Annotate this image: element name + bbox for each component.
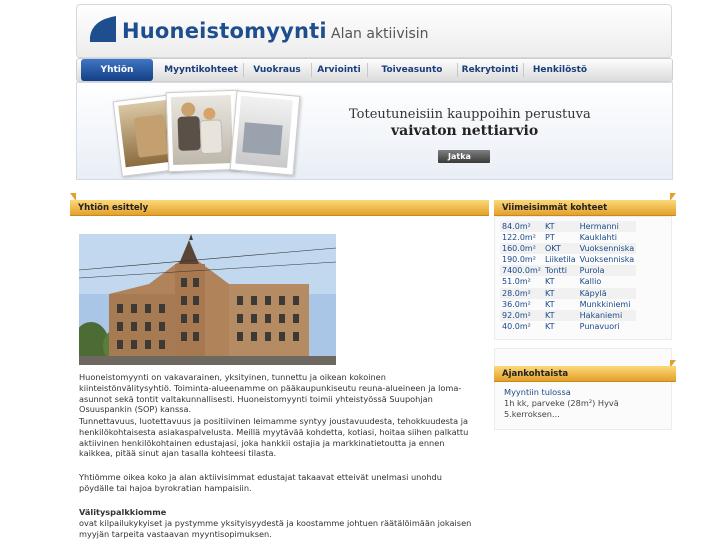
site-tagline: Alan aktiivisin (331, 26, 429, 42)
listing-size[interactable]: 51.0m² (500, 276, 543, 287)
building-illustration (79, 234, 336, 365)
news-item-text: 1h kk, parveke (28m²) Hyvä 5.kerroksen..… (504, 398, 619, 419)
listing-size[interactable]: 7400.0m² (500, 265, 543, 277)
fees-paragraph: ovat kilpailukykyiset ja pystymme yksity… (79, 518, 472, 539)
listings-table: 84.0m² KT Hermanni 122.0m² PT Kauklahti 160.0m… (500, 221, 637, 332)
listing-row[interactable]: 7400.0m² Tontti Purola (500, 265, 637, 277)
listing-area[interactable]: Kallio (578, 276, 637, 287)
listing-size[interactable]: 28.0m² (500, 287, 543, 299)
listing-area[interactable]: Käpylä (577, 287, 637, 299)
nav-item-yhtion-esittely[interactable]: Yhtiön esittely (81, 59, 153, 97)
listing-size[interactable]: 190.0m² (500, 254, 543, 265)
listing-type[interactable]: OKT (543, 243, 578, 255)
listing-row[interactable]: 36.0m² KT Munkkiniemi (500, 299, 636, 310)
banner-subheadline: vaivaton nettiarvio (391, 123, 539, 139)
nav-divider (311, 63, 312, 77)
listing-row[interactable]: 190.0m² Liiketila Vuoksenniska (500, 254, 636, 265)
listing-row[interactable]: 84.0m² KT Hermanni (500, 221, 637, 233)
listing-row[interactable]: 51.0m² KT Kallio (500, 276, 636, 287)
listing-size[interactable]: 92.0m² (500, 309, 543, 321)
banner-photo (229, 90, 301, 176)
listing-size[interactable]: 36.0m² (500, 299, 543, 310)
fees-title: Välityspalkkiomme (79, 507, 167, 517)
main-section-heading: Yhtiön esittely (70, 200, 489, 216)
nav-item-myyntikohteet[interactable]: Myyntikohteet (161, 59, 241, 81)
nav-item-henkilosto[interactable]: Henkilöstö (525, 59, 595, 81)
listing-area[interactable]: Purola (577, 265, 637, 277)
banner-photo-stack (112, 89, 301, 177)
listing-area[interactable]: Punavuori (578, 321, 637, 332)
size-paragraph: Yhtiömme oikea koko ja alan aktiivisimma… (79, 472, 442, 493)
nav-divider (243, 63, 244, 77)
listing-type[interactable]: PT (543, 232, 578, 243)
listing-area[interactable]: Hermanni (577, 221, 637, 233)
hero-banner: Toteutuneisiin kauppoihin perustuva vaiv… (76, 82, 673, 180)
listing-row[interactable]: 92.0m² KT Hakaniemi (500, 309, 637, 321)
intro-paragraph: Huoneistomyynti on vakavarainen, yksityi… (79, 372, 462, 415)
site-header: Huoneistomyynti Alan aktiivisin (76, 4, 672, 58)
banner-continue-button[interactable]: Jatka (438, 150, 490, 163)
listing-size[interactable]: 40.0m² (500, 321, 543, 332)
nav-item-rekrytointi[interactable]: Rekrytointi (459, 59, 521, 81)
news-item-link[interactable]: Myyntiin tulossa (504, 387, 571, 397)
listing-size[interactable]: 122.0m² (500, 232, 543, 243)
listing-type[interactable]: KT (543, 321, 578, 332)
nav-item-toiveasunto[interactable]: Toiveasunto (369, 59, 455, 81)
listing-area[interactable]: Vuoksenniska (578, 254, 637, 265)
listing-area[interactable]: Vuoksenniska (577, 243, 637, 255)
site-logo[interactable]: Huoneistomyynti (122, 19, 327, 43)
listing-area[interactable]: Hakaniemi (577, 309, 637, 321)
listing-size[interactable]: 160.0m² (500, 243, 543, 255)
news-heading: Ajankohtaista (494, 366, 676, 382)
listing-row[interactable]: 40.0m² KT Punavuori (500, 321, 636, 332)
listing-type[interactable]: KT (543, 299, 578, 310)
listing-area[interactable]: Kauklahti (578, 232, 637, 243)
listing-row[interactable]: 122.0m² PT Kauklahti (500, 232, 636, 243)
company-building-photo (79, 234, 336, 365)
listing-type[interactable]: KT (543, 276, 578, 287)
nav-item-vuokraus[interactable]: Vuokraus (245, 59, 309, 81)
nav-divider (457, 63, 458, 77)
listing-row[interactable]: 28.0m² KT Käpylä (500, 287, 637, 299)
logo-arc-icon (90, 16, 116, 42)
banner-photo (165, 89, 241, 173)
listing-row[interactable]: 160.0m² OKT Vuoksenniska (500, 243, 637, 255)
nav-divider (523, 63, 524, 77)
main-nav: Yhtiön esittely Myyntikohteet Vuokraus A… (76, 58, 673, 97)
banner-headline: Toteutuneisiin kauppoihin perustuva (349, 107, 591, 122)
listing-type[interactable]: Liiketila (543, 254, 578, 265)
listing-type[interactable]: KT (543, 287, 578, 299)
listing-size[interactable]: 84.0m² (500, 221, 543, 233)
listing-area[interactable]: Munkkiniemi (578, 299, 637, 310)
nav-divider (367, 63, 368, 77)
values-paragraph: Tunnettavuus, luotettavuus ja positiivin… (79, 416, 469, 459)
nav-item-arviointi[interactable]: Arviointi (313, 59, 365, 81)
listing-type[interactable]: Tontti (543, 265, 578, 277)
listings-heading: Viimeisimmät kohteet (494, 200, 676, 216)
listing-type[interactable]: KT (543, 221, 578, 233)
listing-type[interactable]: KT (543, 309, 578, 321)
